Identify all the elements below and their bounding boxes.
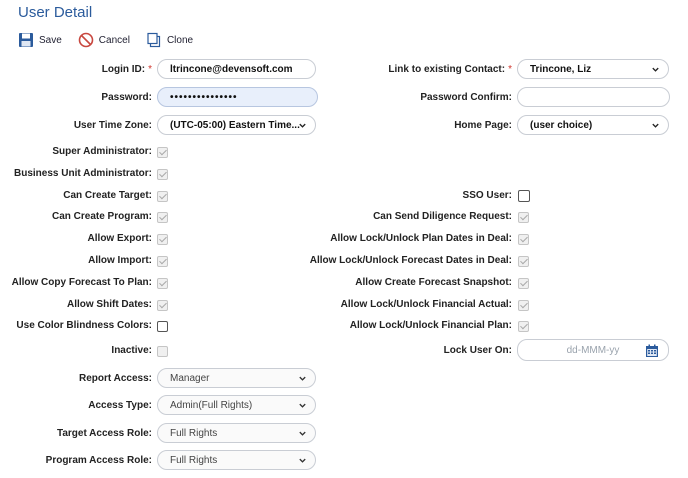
time-zone-select[interactable]: (UTC-05:00) Eastern Time... bbox=[157, 115, 316, 135]
time-zone-label: User Time Zone: bbox=[73, 120, 152, 131]
report-access-select[interactable]: Manager bbox=[157, 368, 316, 388]
lock-fin-plan-label: Allow Lock/Unlock Financial Plan: bbox=[349, 320, 512, 331]
no-entry-icon bbox=[78, 32, 94, 48]
toolbar: Save Cancel Clone bbox=[18, 32, 209, 48]
program-role-value: Full Rights bbox=[170, 454, 218, 466]
home-page-label: Home Page: bbox=[454, 120, 512, 131]
home-page-select[interactable]: (user choice) bbox=[517, 115, 669, 135]
password-confirm-input[interactable] bbox=[517, 87, 670, 107]
create-program-checkbox[interactable] bbox=[157, 212, 168, 223]
chevron-down-icon bbox=[299, 376, 306, 381]
lock-fin-actual-checkbox[interactable] bbox=[518, 300, 529, 311]
create-target-checkbox[interactable] bbox=[157, 191, 168, 202]
allow-import-label: Allow Import: bbox=[88, 255, 152, 266]
program-role-select[interactable]: Full Rights bbox=[157, 450, 316, 470]
diligence-checkbox[interactable] bbox=[518, 212, 529, 223]
lock-fin-plan-checkbox[interactable] bbox=[518, 321, 529, 332]
target-role-select[interactable]: Full Rights bbox=[157, 423, 316, 443]
allow-import-checkbox[interactable] bbox=[157, 256, 168, 267]
program-role-label: Program Access Role: bbox=[45, 455, 152, 466]
sso-user-label: SSO User: bbox=[462, 190, 512, 201]
lock-user-on-label: Lock User On: bbox=[443, 345, 512, 356]
home-page-value: (user choice) bbox=[530, 119, 593, 131]
target-role-value: Full Rights bbox=[170, 427, 218, 439]
password-label: Password: bbox=[101, 92, 152, 103]
forecast-snapshot-checkbox[interactable] bbox=[518, 278, 529, 289]
chevron-down-icon bbox=[299, 403, 306, 408]
diligence-label: Can Send Diligence Request: bbox=[373, 211, 512, 222]
create-target-label: Can Create Target: bbox=[63, 190, 152, 201]
lock-forecast-checkbox[interactable] bbox=[518, 256, 529, 267]
page-title: User Detail bbox=[18, 4, 93, 21]
link-contact-select[interactable]: Trincone, Liz bbox=[517, 59, 669, 79]
access-type-value: Admin(Full Rights) bbox=[170, 399, 253, 411]
floppy-disk-icon bbox=[19, 33, 33, 47]
clone-button[interactable]: Clone bbox=[146, 32, 193, 48]
sso-user-checkbox[interactable] bbox=[518, 190, 530, 202]
shift-dates-label: Allow Shift Dates: bbox=[66, 299, 152, 310]
calendar-icon[interactable] bbox=[645, 344, 659, 358]
color-blind-checkbox[interactable] bbox=[157, 321, 168, 332]
chevron-down-icon bbox=[652, 67, 659, 72]
report-access-label: Report Access: bbox=[79, 373, 152, 384]
target-role-label: Target Access Role: bbox=[56, 428, 152, 439]
report-access-value: Manager bbox=[170, 372, 210, 384]
cancel-label: Cancel bbox=[98, 34, 130, 46]
copy-icon bbox=[147, 32, 161, 48]
super-admin-checkbox[interactable] bbox=[157, 147, 168, 158]
lock-fin-actual-label: Allow Lock/Unlock Financial Actual: bbox=[340, 299, 512, 310]
login-id-label: Login ID: * bbox=[101, 64, 152, 75]
chevron-down-icon bbox=[299, 431, 306, 436]
super-admin-label: Super Administrator: bbox=[52, 146, 152, 157]
allow-export-checkbox[interactable] bbox=[157, 234, 168, 245]
lock-user-on-placeholder: dd-MMM-yy bbox=[566, 344, 620, 356]
allow-export-label: Allow Export: bbox=[87, 233, 152, 244]
bu-admin-label: Business Unit Administrator: bbox=[14, 168, 152, 179]
password-confirm-label: Password Confirm: bbox=[420, 92, 512, 103]
bu-admin-checkbox[interactable] bbox=[157, 169, 168, 180]
password-input[interactable]: ••••••••••••••• bbox=[157, 87, 318, 107]
copy-forecast-label: Allow Copy Forecast To Plan: bbox=[11, 277, 152, 288]
link-contact-value: Trincone, Liz bbox=[530, 63, 592, 75]
clone-label: Clone bbox=[166, 34, 194, 46]
chevron-down-icon bbox=[299, 458, 306, 463]
copy-forecast-checkbox[interactable] bbox=[157, 278, 168, 289]
save-button[interactable]: Save bbox=[18, 32, 62, 48]
cancel-button[interactable]: Cancel bbox=[78, 32, 130, 48]
lock-forecast-label: Allow Lock/Unlock Forecast Dates in Deal… bbox=[309, 255, 512, 266]
access-type-label: Access Type: bbox=[88, 400, 152, 411]
inactive-label: Inactive: bbox=[111, 345, 152, 356]
color-blind-label: Use Color Blindness Colors: bbox=[16, 320, 152, 331]
forecast-snapshot-label: Allow Create Forecast Snapshot: bbox=[355, 277, 512, 288]
time-zone-value: (UTC-05:00) Eastern Time... bbox=[170, 119, 300, 131]
lock-plan-label: Allow Lock/Unlock Plan Dates in Deal: bbox=[330, 233, 512, 244]
create-program-label: Can Create Program: bbox=[51, 211, 152, 222]
shift-dates-checkbox[interactable] bbox=[157, 300, 168, 311]
save-label: Save bbox=[39, 34, 62, 46]
access-type-select[interactable]: Admin(Full Rights) bbox=[157, 395, 316, 415]
lock-plan-checkbox[interactable] bbox=[518, 234, 529, 245]
chevron-down-icon bbox=[299, 123, 306, 128]
chevron-down-icon bbox=[652, 123, 659, 128]
login-id-input[interactable]: ltrincone@devensoft.com bbox=[157, 59, 316, 79]
inactive-checkbox[interactable] bbox=[157, 346, 168, 357]
link-contact-label: Link to existing Contact: * bbox=[388, 64, 512, 75]
lock-user-on-date[interactable]: dd-MMM-yy bbox=[517, 339, 669, 361]
